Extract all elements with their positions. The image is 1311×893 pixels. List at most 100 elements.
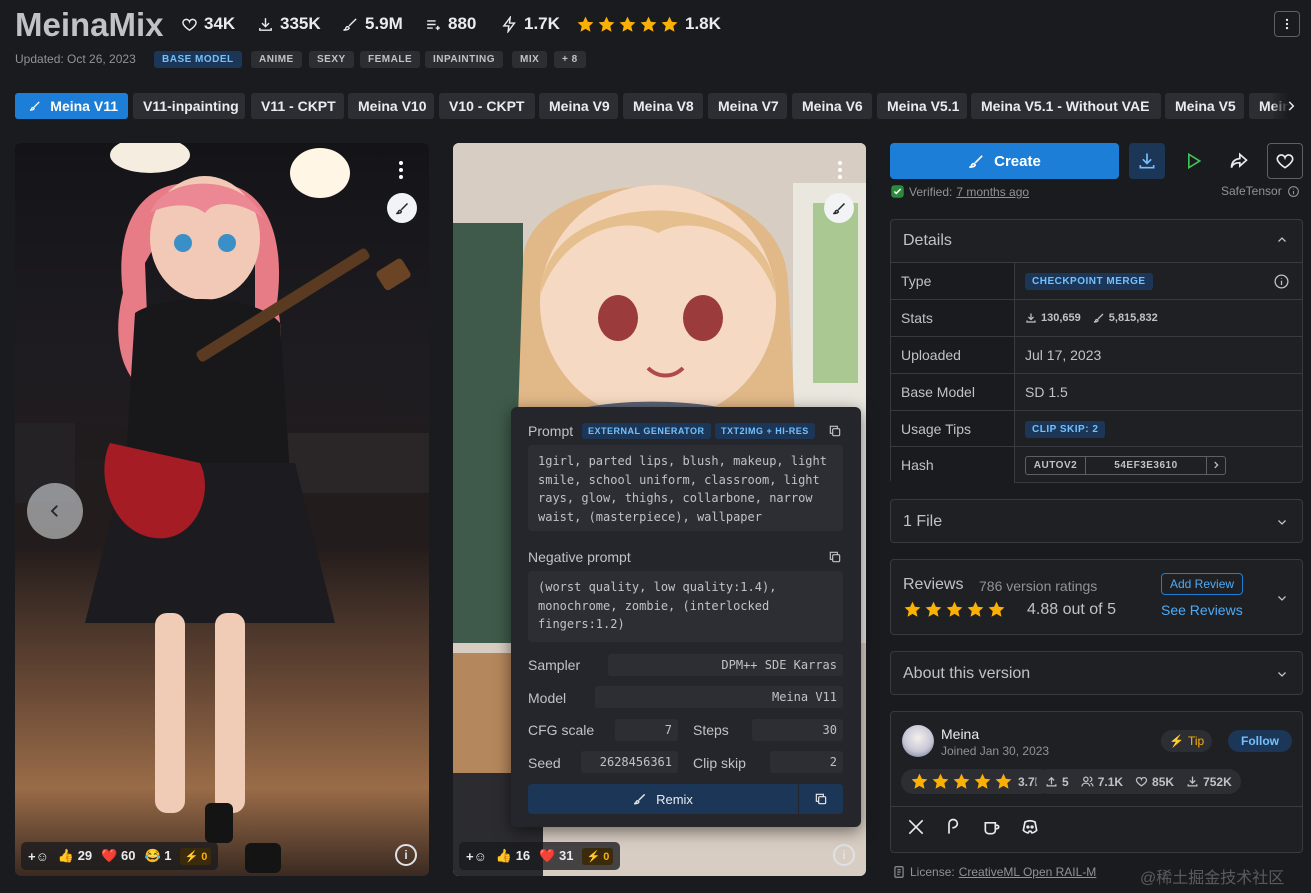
avatar[interactable] <box>902 725 934 757</box>
stats-generations: 5,815,832 <box>1093 312 1158 324</box>
play-icon <box>1188 152 1202 170</box>
create-button[interactable]: Create <box>890 143 1119 179</box>
likes-stat[interactable]: 34K <box>181 12 235 36</box>
buzz-stat[interactable]: 1.7K <box>501 12 560 36</box>
image-1-menu-button[interactable] <box>391 155 411 185</box>
star-icon <box>953 773 970 789</box>
thumbs-up-reaction[interactable]: 👍 16 <box>496 848 530 864</box>
chevron-down-icon[interactable] <box>1276 516 1288 528</box>
add-reaction-icon[interactable]: +☺ <box>28 849 49 864</box>
files-panel[interactable]: 1 File <box>890 499 1303 543</box>
tag-female[interactable]: FEMALE <box>360 51 421 68</box>
thumbs-up-reaction[interactable]: 👍 29 <box>58 848 92 864</box>
tip-button[interactable]: ⚡ Tip <box>1161 730 1213 752</box>
create-label: Create <box>994 152 1041 170</box>
follow-button[interactable]: Follow <box>1228 730 1292 752</box>
download-button[interactable] <box>1129 143 1165 179</box>
add-reaction-icon[interactable]: +☺ <box>466 849 487 864</box>
prompt-label: Prompt <box>528 423 574 439</box>
star-icon <box>904 601 921 617</box>
remix-button[interactable]: Remix <box>528 784 798 814</box>
version-tab-meina-v5-1[interactable]: Meina V5.1 <box>877 93 967 119</box>
image-2-menu-button[interactable] <box>830 155 850 185</box>
hash-next-button[interactable] <box>1206 456 1225 474</box>
buzz-reaction[interactable]: ⚡ 0 <box>582 847 614 865</box>
hash-type[interactable]: AUTOV2 <box>1026 456 1086 474</box>
chevron-down-icon[interactable] <box>1276 668 1288 680</box>
x-twitter-icon[interactable] <box>906 817 926 837</box>
version-tab-meina-v6[interactable]: Meina V6 <box>792 93 872 119</box>
star-icon <box>661 16 678 32</box>
share-icon <box>1230 152 1248 168</box>
creator-joined: Joined Jan 30, 2023 <box>941 744 1050 758</box>
chevron-down-icon[interactable] <box>1276 592 1288 604</box>
header-star-rating <box>576 15 679 34</box>
tag-anime[interactable]: ANIME <box>251 51 302 68</box>
add-review-button[interactable]: Add Review <box>1161 573 1244 595</box>
copy-negative-prompt-icon[interactable] <box>828 550 842 564</box>
tag-inpainting[interactable]: INPAINTING <box>425 51 504 68</box>
version-tab-meina-v5[interactable]: Meina V5 <box>1165 93 1244 119</box>
coffee-cup-icon[interactable] <box>982 817 1002 837</box>
hash-box[interactable]: AUTOV2 54EF3E3610 <box>1025 455 1226 475</box>
heart-icon <box>1135 776 1148 787</box>
copy-generation-data-button[interactable] <box>799 784 843 814</box>
laugh-count: 1 <box>164 848 172 863</box>
downloads-count: 335K <box>280 14 321 33</box>
heart-reaction[interactable]: ❤️ 31 <box>539 848 573 864</box>
image-2-info-icon[interactable]: i <box>833 844 855 866</box>
tag-sexy[interactable]: SEXY <box>309 51 354 68</box>
about-version-panel[interactable]: About this version <box>890 651 1303 695</box>
buzz-reaction[interactable]: ⚡ 0 <box>180 847 212 865</box>
discord-icon[interactable] <box>1020 817 1040 837</box>
tag-more[interactable]: + 8 <box>554 51 586 68</box>
more-menu-button[interactable] <box>1274 11 1300 37</box>
info-circle-icon[interactable] <box>1287 185 1300 198</box>
copy-prompt-icon[interactable] <box>828 424 842 438</box>
clip-skip-badge: CLIP SKIP: 2 <box>1025 420 1106 438</box>
verified-prefix: Verified: <box>909 184 953 199</box>
version-tab-meina-v8[interactable]: Meina V8 <box>623 93 703 119</box>
detail-row-hash: Hash AUTOV2 54EF3E3610 <box>891 446 1302 483</box>
tag-mix[interactable]: MIX <box>512 51 548 68</box>
version-tab-v11-inpainting[interactable]: V11-inpainting <box>133 93 245 119</box>
version-tab-meina-v7[interactable]: Meina V7 <box>708 93 787 119</box>
ko-fi-icon[interactable] <box>944 817 964 837</box>
version-tab-v11-ckpt[interactable]: V11 - CKPT <box>251 93 344 119</box>
version-tab-meina-v5-1-without-vae[interactable]: Meina V5.1 - Without VAE <box>971 93 1161 119</box>
info-circle-icon[interactable] <box>1273 273 1290 290</box>
gallery-prev-button[interactable] <box>27 483 83 539</box>
see-reviews-link[interactable]: See Reviews <box>1161 602 1243 618</box>
verified-time-link[interactable]: 7 months ago <box>956 185 1029 199</box>
version-tab-v10-ckpt[interactable]: V10 - CKPT <box>439 93 535 119</box>
image-1-remix-button[interactable] <box>387 193 417 223</box>
star-icon <box>932 773 949 789</box>
star-icon <box>598 16 615 32</box>
playlist-add-icon <box>427 19 440 30</box>
header-rating[interactable]: 1.8K <box>576 12 721 36</box>
license-link[interactable]: CreativeML Open RAIL-M <box>959 865 1097 879</box>
image-2-remix-button[interactable] <box>824 193 854 223</box>
hash-value[interactable]: 54EF3E3610 <box>1086 457 1206 474</box>
creator-uploads-value: 5 <box>1062 774 1069 789</box>
cfg-scale-label: CFG scale <box>528 722 595 738</box>
run-button[interactable] <box>1175 143 1211 179</box>
image-1-info-icon[interactable]: i <box>395 844 417 866</box>
verified-status: Verified: 7 months ago <box>890 184 1029 199</box>
brush-icon <box>1093 313 1104 323</box>
license-prefix: License: <box>910 865 955 879</box>
thumbs-count: 16 <box>515 848 531 863</box>
heart-reaction[interactable]: ❤️ 60 <box>101 848 135 864</box>
laugh-reaction[interactable]: 😂 1 <box>144 848 171 864</box>
version-tab-meina-v9[interactable]: Meina V9 <box>539 93 618 119</box>
tabs-scroll-right-button[interactable] <box>1273 93 1309 119</box>
creator-name[interactable]: Meina <box>941 726 979 742</box>
page-title: MeinaMix <box>15 6 164 43</box>
favorite-button[interactable] <box>1267 143 1303 179</box>
reviews-panel: Reviews 786 version ratings 4.88 out of … <box>890 559 1303 635</box>
version-tab-meina-v11[interactable]: Meina V11 <box>15 93 128 119</box>
share-button[interactable] <box>1221 143 1257 179</box>
chevron-up-icon[interactable] <box>1276 234 1288 246</box>
clip-skip-value: 2 <box>770 751 843 773</box>
version-tab-meina-v10[interactable]: Meina V10 <box>348 93 434 119</box>
